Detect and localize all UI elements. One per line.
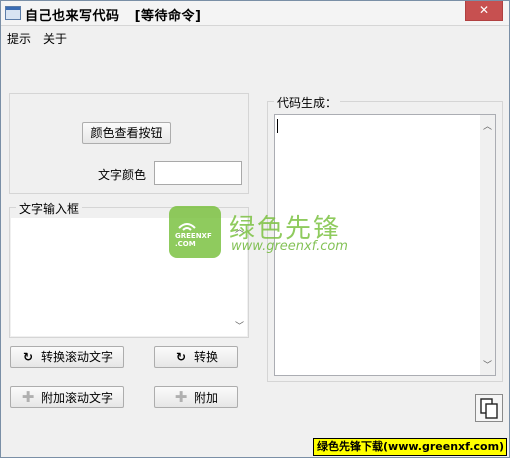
color-view-button[interactable]: 颜色查看按钮 (82, 122, 171, 144)
window-title: 自己也来写代码 [等待命令] (25, 9, 202, 24)
menu-bar: 提示 关于 (1, 27, 509, 47)
convert-label: 转换 (193, 350, 218, 364)
color-panel: 颜色查看按钮 文字颜色 (9, 93, 249, 194)
text-caret (277, 119, 278, 133)
title-bar: 自己也来写代码 [等待命令] ✕ (1, 1, 509, 26)
scroll-down-arrow-icon[interactable]: ﹀ (482, 358, 493, 371)
footer-badge: 绿色先锋下载(www.greenxf.com) (313, 438, 507, 456)
append-scroll-text-button[interactable]: ✚ 附加滚动文字 (10, 386, 124, 408)
app-window: 自己也来写代码 [等待命令] ✕ 提示 关于 颜色查看按钮 文字颜色 文字输入框… (0, 0, 510, 458)
watermark-url: www.greenxf.com (231, 239, 348, 254)
convert-scroll-text-label: 转换滚动文字 (40, 350, 113, 364)
scroll-down-arrow-icon[interactable]: ﹀ (234, 319, 245, 332)
watermark-logo-text: GREENXF .COM (175, 232, 212, 248)
code-output-group-title: 代码生成： (274, 94, 341, 111)
copy-icon (480, 398, 498, 419)
close-button[interactable]: ✕ (465, 1, 503, 21)
convert-scroll-text-button[interactable]: ↻ 转换滚动文字 (10, 346, 124, 368)
text-color-label: 文字颜色 (98, 168, 147, 182)
plus-icon: ✚ (21, 388, 35, 406)
menu-item-about[interactable]: 关于 (43, 30, 67, 47)
append-label: 附加 (193, 391, 218, 405)
convert-button[interactable]: ↻ 转换 (154, 346, 238, 368)
watermark: GREENXF .COM 绿色先锋 www.greenxf.com (169, 206, 349, 258)
text-input-group-title: 文字输入框 (16, 200, 83, 217)
watermark-logo: GREENXF .COM (169, 206, 221, 258)
app-window-icon (5, 6, 21, 20)
refresh-icon: ↻ (22, 350, 34, 364)
append-scroll-text-label: 附加滚动文字 (40, 391, 113, 405)
scroll-up-arrow-icon[interactable]: ︿ (482, 119, 493, 132)
copy-button[interactable] (475, 394, 503, 422)
plus-icon: ✚ (174, 388, 188, 406)
append-button[interactable]: ✚ 附加 (154, 386, 238, 408)
code-output-scrollbar[interactable]: ︿ ﹀ (480, 115, 495, 375)
refresh-icon: ↻ (175, 350, 187, 364)
text-color-field[interactable] (154, 161, 242, 185)
menu-item-hint[interactable]: 提示 (7, 30, 31, 47)
